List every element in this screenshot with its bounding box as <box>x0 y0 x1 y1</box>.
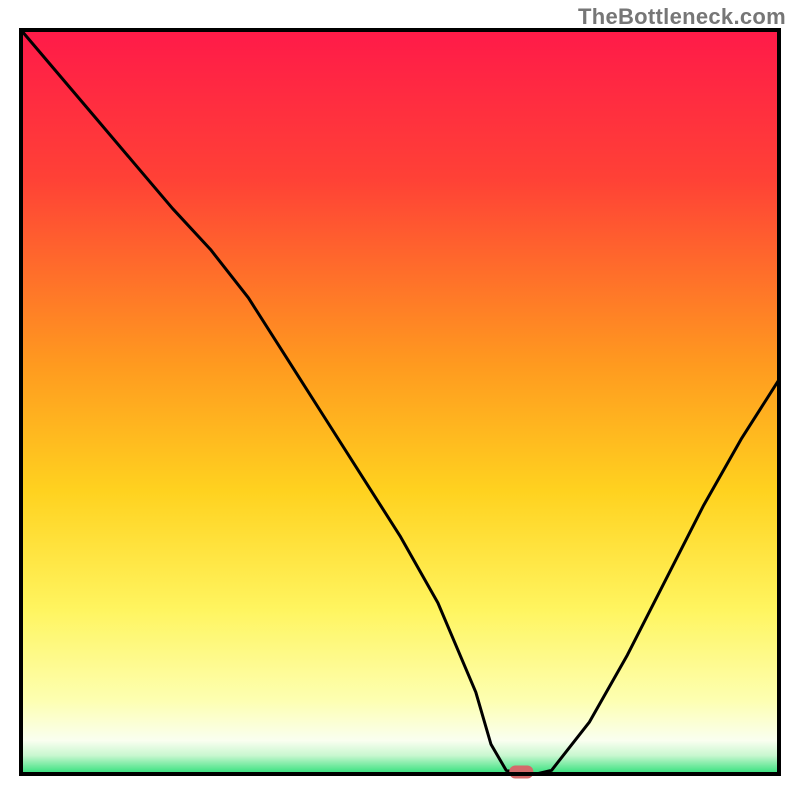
chart-stage: TheBottleneck.com <box>0 0 800 800</box>
watermark-text: TheBottleneck.com <box>578 4 786 30</box>
plot-background <box>21 30 779 774</box>
bottleneck-chart <box>0 0 800 800</box>
